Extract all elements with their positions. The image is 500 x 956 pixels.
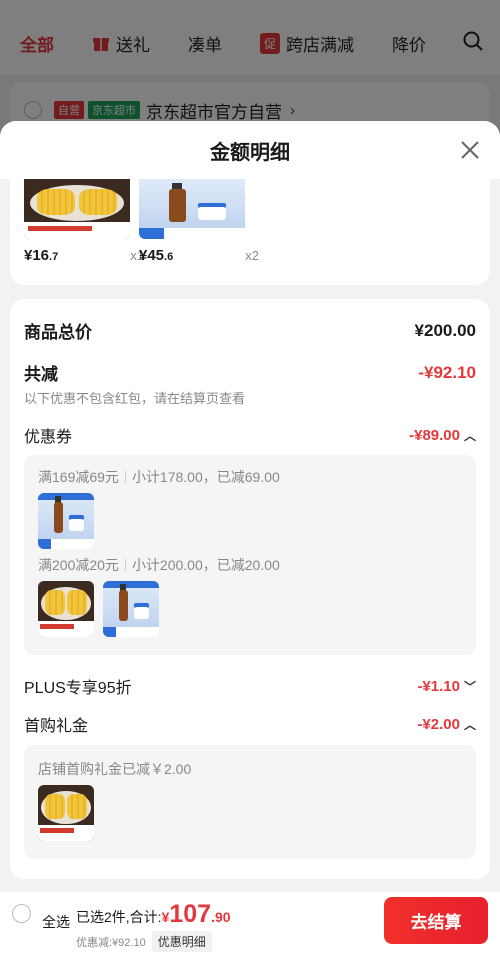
- coupon-rule: 满200减20元 小计200.00，已减20.00: [38, 557, 280, 573]
- goods-total-row: 商品总价 ¥200.00: [24, 318, 476, 343]
- product-qty: x2: [245, 248, 259, 263]
- plus-discount-value: -¥1.10 ﹀: [417, 677, 476, 695]
- discount-detail-button[interactable]: 优惠明细: [151, 931, 212, 952]
- coupon-value: -¥89.00 ︿: [409, 426, 476, 444]
- product-image: [103, 581, 159, 637]
- checkout-button[interactable]: 去结算: [384, 897, 488, 944]
- product-price: ¥45.6: [139, 247, 174, 264]
- products-card: ¥16.7 x1 ¥45.6 x2: [10, 179, 490, 285]
- select-all-label[interactable]: 全选: [42, 912, 70, 932]
- chevron-down-icon: ﹀: [463, 679, 476, 694]
- plus-discount-row[interactable]: PLUS专享95折 -¥1.10 ﹀: [24, 674, 476, 698]
- amount-detail-sheet: 金额明细 ¥16.7 x1 ¥45.6 x2 商品总价 ¥200.00 共减 -…: [0, 121, 500, 892]
- first-gift-detail-box: 店铺首购礼金已减￥2.00: [24, 745, 476, 859]
- total-reduction-row: 共减 -¥92.10: [24, 360, 476, 385]
- coupon-detail-box: 满169减69元 小计178.00，已减69.00 满200减20元 小计200.0…: [24, 455, 476, 655]
- chevron-up-icon: ︿: [463, 717, 476, 732]
- chevron-up-icon: ︿: [463, 428, 476, 443]
- coupon-rule: 满169减69元 小计178.00，已减69.00: [38, 469, 280, 485]
- total-price: ¥107.90: [161, 900, 231, 928]
- product-image: [38, 493, 94, 549]
- reduction-note: 以下优惠不包含红包，请在结算页查看: [24, 391, 246, 406]
- product-item[interactable]: ¥45.6 x2: [139, 179, 259, 264]
- product-image: [139, 179, 245, 239]
- checkout-bar: 全选 已选2件,合计: ¥107.90 优惠减:¥92.10 优惠明细 去结算: [0, 892, 500, 956]
- select-all-checkbox[interactable]: [12, 904, 31, 923]
- first-gift-value: -¥2.00 ︿: [417, 715, 476, 733]
- sheet-title: 金额明细: [210, 141, 290, 164]
- product-item[interactable]: ¥16.7 x1: [24, 179, 144, 264]
- first-gift-detail: 店铺首购礼金已减￥2.00: [38, 761, 192, 777]
- product-image: [38, 581, 94, 637]
- close-icon[interactable]: [460, 140, 480, 160]
- plus-discount-label: PLUS专享95折: [24, 680, 132, 697]
- first-gift-row[interactable]: 首购礼金 -¥2.00 ︿: [24, 712, 476, 736]
- first-gift-label: 首购礼金: [24, 718, 89, 735]
- total-reduction-value: -¥92.10: [418, 362, 476, 382]
- product-price: ¥16.7: [24, 247, 59, 264]
- amount-detail-card: 商品总价 ¥200.00 共减 -¥92.10 以下优惠不包含红包，请在结算页查…: [10, 299, 490, 879]
- coupon-label: 优惠券: [24, 429, 73, 446]
- product-image: [24, 179, 130, 239]
- total-reduction-label: 共减: [24, 365, 58, 384]
- sheet-header: 金额明细: [0, 121, 500, 179]
- goods-total-value: ¥200.00: [414, 320, 476, 340]
- goods-total-label: 商品总价: [24, 323, 92, 342]
- selection-summary: 已选2件,合计: ¥107.90: [76, 900, 231, 928]
- product-image: [38, 785, 94, 841]
- discount-summary: 优惠减:¥92.10 优惠明细: [76, 931, 212, 952]
- coupon-row[interactable]: 优惠券 -¥89.00 ︿: [24, 423, 476, 447]
